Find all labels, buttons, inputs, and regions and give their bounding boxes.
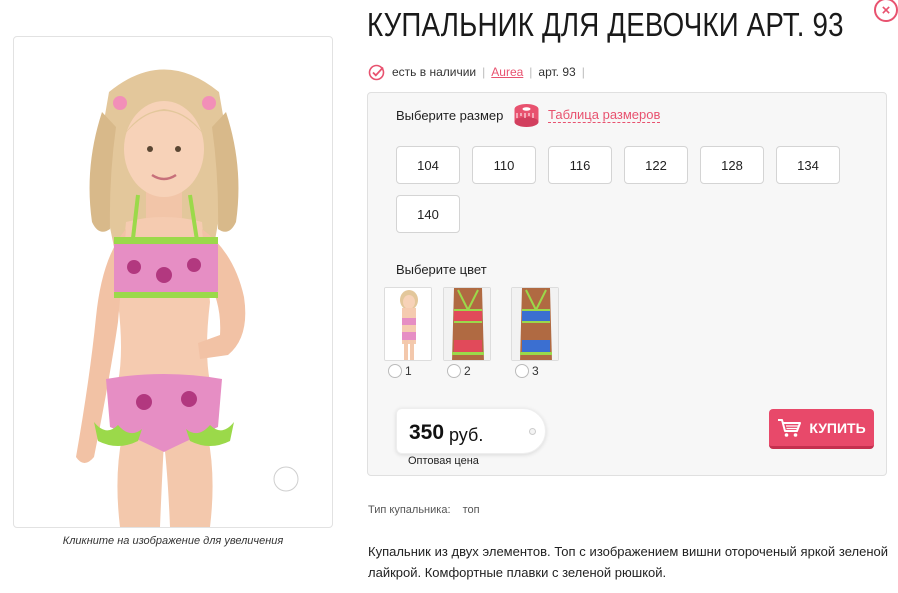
attribute-value: топ bbox=[462, 504, 480, 516]
close-icon[interactable]: × bbox=[874, 0, 898, 22]
color-thumbnail[interactable] bbox=[511, 287, 559, 361]
measuring-tape-icon bbox=[514, 104, 539, 127]
size-label: Выберите размер bbox=[396, 108, 504, 123]
meta-divider: | bbox=[482, 65, 486, 79]
color-thumbnail[interactable] bbox=[384, 287, 432, 361]
size-option-110[interactable]: 110 bbox=[472, 146, 536, 184]
meta-divider: | bbox=[581, 65, 585, 79]
check-circle-icon bbox=[368, 64, 385, 80]
size-option-140[interactable]: 140 bbox=[396, 195, 460, 233]
color-option-label: 2 bbox=[464, 364, 471, 378]
color-option-label: 3 bbox=[532, 364, 539, 378]
product-meta: есть в наличии | Aurea | арт. 93 | bbox=[368, 63, 591, 81]
color-thumbnail[interactable] bbox=[443, 287, 491, 361]
product-image-frame[interactable] bbox=[13, 36, 333, 528]
color-option-label: 1 bbox=[405, 364, 412, 378]
color-label: Выберите цвет bbox=[396, 262, 487, 277]
price-tag: 350 руб. bbox=[396, 408, 546, 454]
page-title: КУПАЛЬНИК ДЛЯ ДЕВОЧКИ АРТ. 93 bbox=[367, 6, 844, 43]
price-currency: руб. bbox=[449, 425, 484, 445]
size-option-122[interactable]: 122 bbox=[624, 146, 688, 184]
product-photo[interactable] bbox=[14, 37, 332, 527]
magnifier-icon[interactable] bbox=[266, 459, 316, 509]
wholesale-price-note: Оптовая цена bbox=[408, 455, 479, 467]
swimsuit-type-attribute: Тип купальника: топ bbox=[368, 504, 480, 516]
size-option-128[interactable]: 128 bbox=[700, 146, 764, 184]
price-tag-hole bbox=[529, 428, 536, 435]
buy-button-label[interactable]: КУПИТЬ bbox=[809, 420, 865, 436]
color-radio[interactable] bbox=[515, 364, 529, 378]
product-description: Купальник из двух элементов. Топ с изобр… bbox=[368, 544, 888, 580]
color-radio[interactable] bbox=[388, 364, 402, 378]
size-option-104[interactable]: 104 bbox=[396, 146, 460, 184]
color-option-3[interactable]: 3 bbox=[511, 287, 563, 378]
image-caption: Кликните на изображение для увеличения bbox=[62, 535, 284, 547]
size-chart-link[interactable]: Таблица размеров bbox=[513, 101, 661, 129]
price-amount: 350 bbox=[409, 421, 445, 444]
size-chart-label[interactable]: Таблица размеров bbox=[548, 107, 661, 123]
color-option-2[interactable]: 2 bbox=[443, 287, 495, 378]
buy-button[interactable]: КУПИТЬ bbox=[769, 409, 874, 449]
brand-link[interactable]: Aurea bbox=[491, 65, 523, 79]
size-option-116[interactable]: 116 bbox=[548, 146, 612, 184]
cart-icon bbox=[778, 418, 802, 437]
article-number: арт. 93 bbox=[538, 65, 576, 79]
availability-status: есть в наличии bbox=[392, 65, 477, 79]
size-option-134[interactable]: 134 bbox=[776, 146, 840, 184]
color-radio[interactable] bbox=[447, 364, 461, 378]
purchase-options-panel: Выберите размер Таблица размеров 104 110… bbox=[367, 92, 887, 476]
color-option-1[interactable]: 1 bbox=[384, 287, 436, 378]
meta-divider: | bbox=[529, 65, 533, 79]
attribute-label: Тип купальника: bbox=[368, 504, 451, 516]
